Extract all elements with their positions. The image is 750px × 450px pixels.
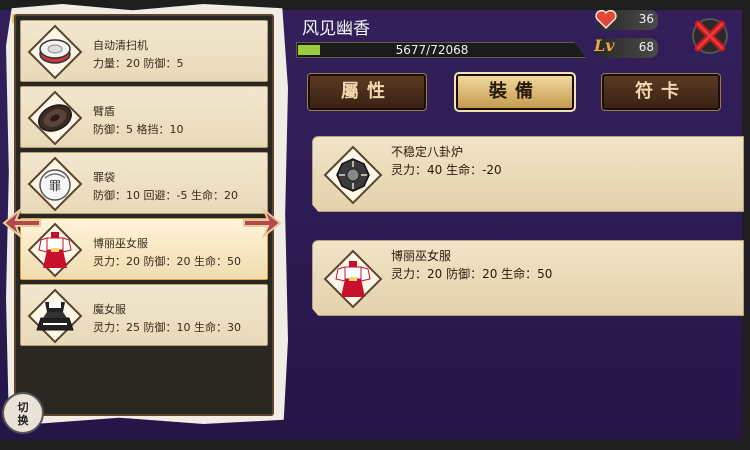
item-stats: 防御：10 回避：-5 生命：20 — [93, 189, 238, 202]
item-name: 魔女服 — [93, 303, 126, 316]
equipped-slot[interactable]: 不稳定八卦炉 灵力：40 生命：-20 — [312, 136, 744, 212]
inventory-item[interactable]: 自动清扫机 力量：20 防御：5 — [20, 20, 268, 82]
equipped-item-name: 不稳定八卦炉 — [391, 145, 464, 159]
level-value: 68 — [638, 40, 654, 54]
sin-sack-icon: 罪 — [27, 156, 83, 212]
character-name: 风见幽香 — [302, 19, 370, 39]
equipped-slot[interactable]: 博丽巫女服 灵力：20 防御：20 生命：50 — [312, 240, 744, 316]
swap-label-line2: 换 — [17, 414, 29, 427]
witch-outfit-icon — [27, 288, 83, 344]
tab-attributes[interactable]: 屬性 — [307, 73, 427, 111]
shrine-maiden-outfit-icon — [323, 249, 383, 309]
equipped-item-name: 博丽巫女服 — [391, 249, 452, 263]
equipped-item-stats: 灵力：20 防御：20 生命：50 — [391, 267, 553, 281]
hp-value: 36 — [638, 12, 654, 26]
scroll-right-arrow-icon[interactable] — [240, 206, 284, 240]
inventory-list[interactable]: 自动清扫机 力量：20 防御：5 臂盾 防御：5 格挡：10 罪 罪袋 防御：1… — [14, 14, 274, 416]
robot-vacuum-icon — [27, 24, 83, 80]
item-stats: 防御：5 格挡：10 — [93, 123, 184, 136]
swap-button[interactable]: 切 换 — [2, 392, 44, 434]
exp-text: 5677/72068 — [395, 43, 469, 57]
item-name: 自动清扫机 — [93, 39, 148, 52]
close-icon[interactable] — [688, 16, 732, 56]
equipment-screen: 自动清扫机 力量：20 防御：5 臂盾 防御：5 格挡：10 罪 罪袋 防御：1… — [0, 0, 750, 450]
hakkero-icon — [323, 145, 383, 205]
equipped-item-stats: 灵力：40 生命：-20 — [391, 163, 502, 177]
scroll-left-arrow-icon[interactable] — [0, 206, 44, 240]
item-stats: 灵力：20 防御：20 生命：50 — [93, 255, 241, 268]
item-stats: 灵力：25 防御：10 生命：30 — [93, 321, 241, 334]
arm-shield-icon — [27, 90, 83, 146]
heart-icon — [595, 9, 617, 30]
item-name: 臂盾 — [93, 105, 115, 118]
swap-label-line1: 切 — [17, 401, 29, 414]
inventory-item-selected[interactable]: 博丽巫女服 灵力：20 防御：20 生命：50 — [20, 218, 268, 280]
tab-spell-cards[interactable]: 符卡 — [601, 73, 721, 111]
item-name: 博丽巫女服 — [93, 237, 148, 250]
exp-bar: 5677/72068 — [296, 42, 586, 58]
tab-equipment[interactable]: 裝備 — [454, 72, 576, 112]
right-frame — [742, 0, 750, 450]
svg-text:罪: 罪 — [49, 179, 61, 193]
inventory-item[interactable]: 臂盾 防御：5 格挡：10 — [20, 86, 268, 148]
item-name: 罪袋 — [93, 171, 115, 184]
item-stats: 力量：20 防御：5 — [93, 57, 184, 70]
bottom-frame — [0, 440, 750, 450]
inventory-item[interactable]: 魔女服 灵力：25 防御：10 生命：30 — [20, 284, 268, 346]
level-badge-icon: Lv — [594, 36, 615, 55]
inventory-item[interactable]: 罪 罪袋 防御：10 回避：-5 生命：20 — [20, 152, 268, 214]
